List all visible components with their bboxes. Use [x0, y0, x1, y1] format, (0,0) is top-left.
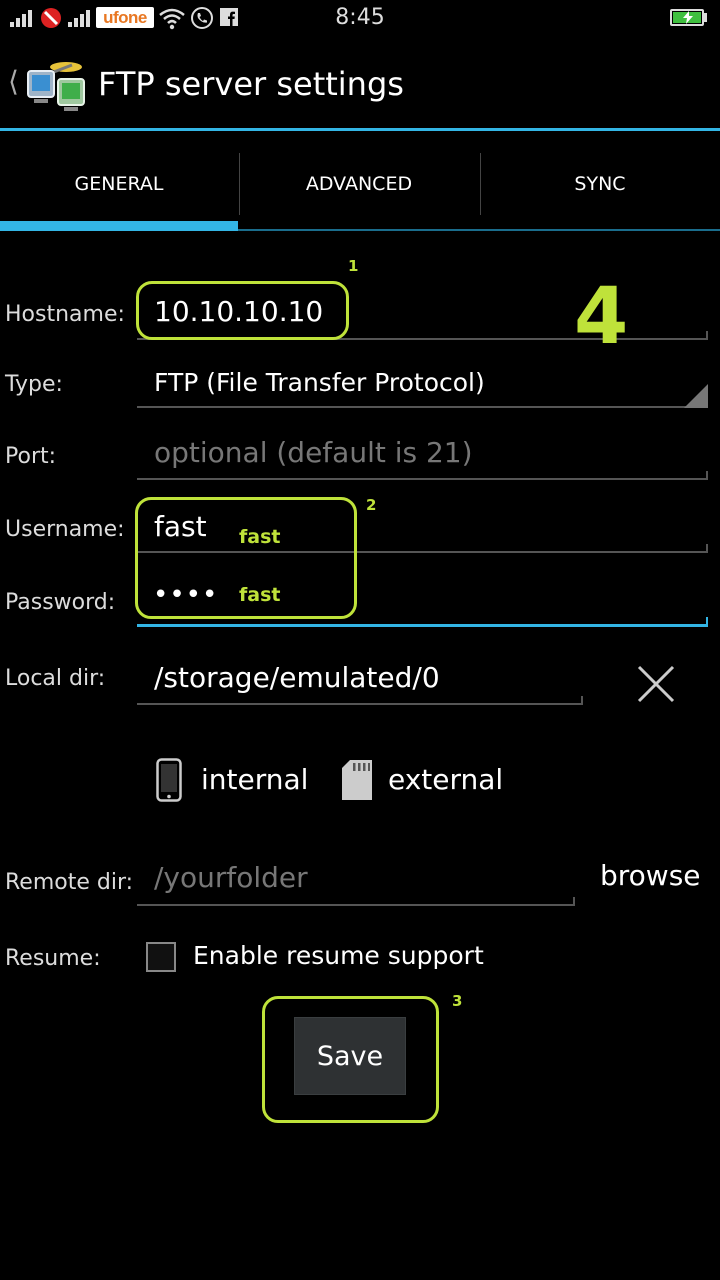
tab-selected-indicator: [0, 221, 238, 231]
status-bar: ufone 8:45: [0, 0, 720, 37]
type-underline: [137, 406, 708, 408]
resume-checkbox[interactable]: [146, 942, 176, 972]
password-underline-focused: [137, 624, 708, 627]
close-icon[interactable]: [636, 664, 676, 704]
battery-charging-icon: [670, 9, 704, 26]
annotation-box-1: [136, 281, 349, 340]
tab-sync[interactable]: SYNC: [481, 131, 719, 231]
sd-card-icon[interactable]: [342, 760, 372, 800]
internal-storage-button[interactable]: internal: [201, 763, 308, 796]
action-bar: ⟨ FTP server settings: [0, 37, 720, 129]
type-label: Type:: [5, 372, 63, 397]
tab-bar: GENERAL ADVANCED SYNC: [0, 131, 720, 233]
tab-advanced[interactable]: ADVANCED: [240, 131, 478, 231]
local-dir-input[interactable]: /storage/emulated/0: [154, 661, 440, 694]
remote-dir-label: Remote dir:: [5, 870, 134, 895]
clock: 8:45: [335, 5, 385, 30]
port-input[interactable]: optional (default is 21): [154, 436, 473, 469]
annotation-step-number: 4: [574, 272, 629, 362]
resume-checkbox-label[interactable]: Enable resume support: [193, 941, 484, 970]
resume-label: Resume:: [5, 946, 101, 971]
username-label: Username:: [5, 517, 125, 542]
ftp-network-icon[interactable]: [26, 53, 88, 113]
remote-dir-underline: [137, 904, 575, 906]
chevron-left-icon[interactable]: ⟨: [8, 67, 19, 97]
local-dir-label: Local dir:: [5, 666, 106, 691]
external-storage-button[interactable]: external: [388, 763, 503, 796]
remote-dir-input[interactable]: /yourfolder: [154, 861, 308, 894]
save-button[interactable]: Save: [294, 1017, 406, 1095]
password-label: Password:: [5, 590, 116, 615]
port-underline: [137, 478, 708, 480]
annotation-number-2: 2: [366, 496, 377, 514]
spinner-arrow-icon[interactable]: [684, 384, 708, 408]
port-label: Port:: [5, 444, 57, 469]
page-title: FTP server settings: [98, 65, 404, 103]
battery-tip: [704, 13, 707, 22]
hostname-label: Hostname:: [5, 302, 125, 327]
tab-general[interactable]: GENERAL: [0, 131, 238, 231]
browse-button[interactable]: browse: [600, 859, 701, 892]
annotation-number-1: 1: [348, 257, 359, 275]
local-dir-underline: [137, 703, 583, 705]
phone-icon[interactable]: [156, 758, 182, 802]
annotation-number-3: 3: [452, 992, 463, 1010]
annotation-box-2: [135, 497, 357, 619]
type-spinner[interactable]: FTP (File Transfer Protocol): [154, 368, 485, 397]
